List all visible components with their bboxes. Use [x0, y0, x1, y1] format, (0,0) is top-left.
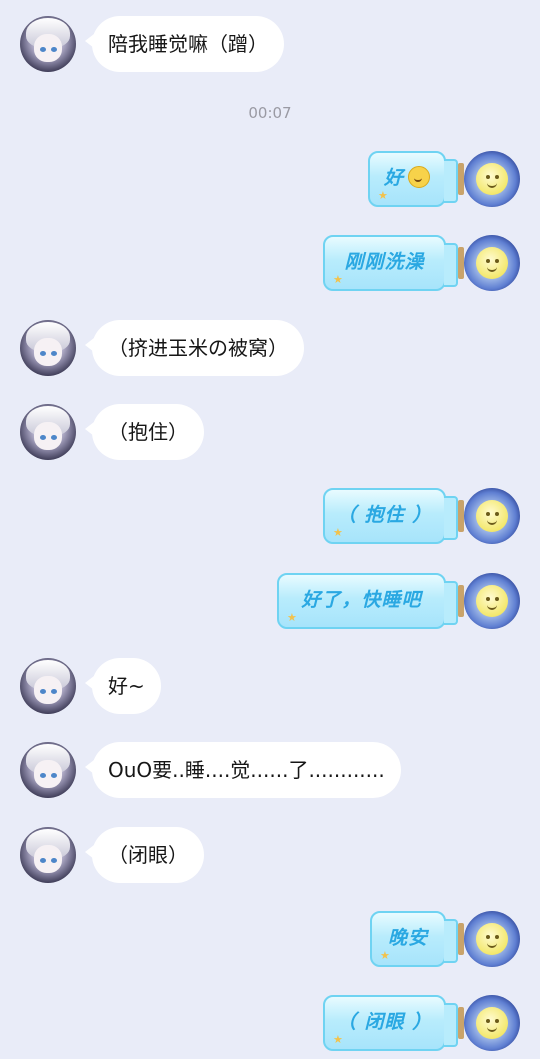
sun-face-icon — [476, 585, 508, 617]
star-icon: ★ — [333, 273, 343, 286]
contact-avatar[interactable] — [20, 320, 76, 376]
user-avatar[interactable] — [464, 995, 520, 1051]
chat-window: 陪我睡觉嘛（蹭） 00:07 好 ★ 刚刚洗澡 ★ （挤进玉米の被窝） （抱住）… — [0, 0, 540, 1059]
star-icon: ★ — [333, 526, 343, 539]
sun-face-icon — [476, 163, 508, 195]
message-row: 陪我睡觉嘛（蹭） — [0, 16, 540, 80]
star-icon: ★ — [333, 1033, 343, 1046]
timestamp: 00:07 — [248, 104, 292, 122]
bottle-message-bubble[interactable]: 晚安 ★ — [370, 911, 464, 967]
message-row: OuO要..睡....觉......了............ — [0, 742, 540, 806]
sun-face-icon — [476, 923, 508, 955]
message-row: （ 抱住 ） ★ — [0, 488, 540, 552]
bottle-message-bubble[interactable]: 好 ★ — [368, 151, 464, 207]
contact-avatar[interactable] — [20, 658, 76, 714]
message-bubble[interactable]: （抱住） — [85, 404, 204, 460]
message-bubble[interactable]: 好~ — [85, 658, 161, 714]
contact-avatar[interactable] — [20, 404, 76, 460]
message-row: 刚刚洗澡 ★ — [0, 235, 540, 299]
bottle-message-bubble[interactable]: 刚刚洗澡 ★ — [323, 235, 464, 291]
message-row: （ 闭眼 ） ★ — [0, 995, 540, 1059]
message-row: （闭眼） — [0, 827, 540, 891]
user-avatar[interactable] — [464, 573, 520, 629]
sun-face-icon — [476, 500, 508, 532]
bottle-message-bubble[interactable]: 好了，快睡吧 ★ — [277, 573, 464, 629]
sun-face-icon — [476, 1007, 508, 1039]
user-avatar[interactable] — [464, 151, 520, 207]
message-bubble[interactable]: （挤进玉米の被窝） — [85, 320, 304, 376]
sun-face-icon — [476, 247, 508, 279]
user-avatar[interactable] — [464, 488, 520, 544]
message-row: （挤进玉米の被窝） — [0, 320, 540, 384]
message-row: 晚安 ★ — [0, 911, 540, 975]
bottle-message-bubble[interactable]: （ 闭眼 ） ★ — [323, 995, 464, 1051]
star-icon: ★ — [380, 949, 390, 962]
message-bubble[interactable]: 陪我睡觉嘛（蹭） — [85, 16, 284, 72]
contact-avatar[interactable] — [20, 16, 76, 72]
user-avatar[interactable] — [464, 911, 520, 967]
user-avatar[interactable] — [464, 235, 520, 291]
bottle-message-bubble[interactable]: （ 抱住 ） ★ — [323, 488, 464, 544]
message-row: （抱住） — [0, 404, 540, 468]
message-bubble[interactable]: （闭眼） — [85, 827, 204, 883]
upside-down-face-emoji-icon — [408, 165, 430, 188]
message-text: 好了，快睡吧 — [301, 589, 422, 611]
message-row: 好了，快睡吧 ★ — [0, 573, 540, 637]
contact-avatar[interactable] — [20, 742, 76, 798]
message-row: 好 ★ — [0, 151, 540, 215]
star-icon: ★ — [378, 189, 388, 202]
contact-avatar[interactable] — [20, 827, 76, 883]
message-row: 好~ — [0, 658, 540, 722]
message-text: 好 — [383, 167, 404, 189]
star-icon: ★ — [287, 611, 297, 624]
message-bubble[interactable]: OuO要..睡....觉......了............ — [85, 742, 401, 798]
